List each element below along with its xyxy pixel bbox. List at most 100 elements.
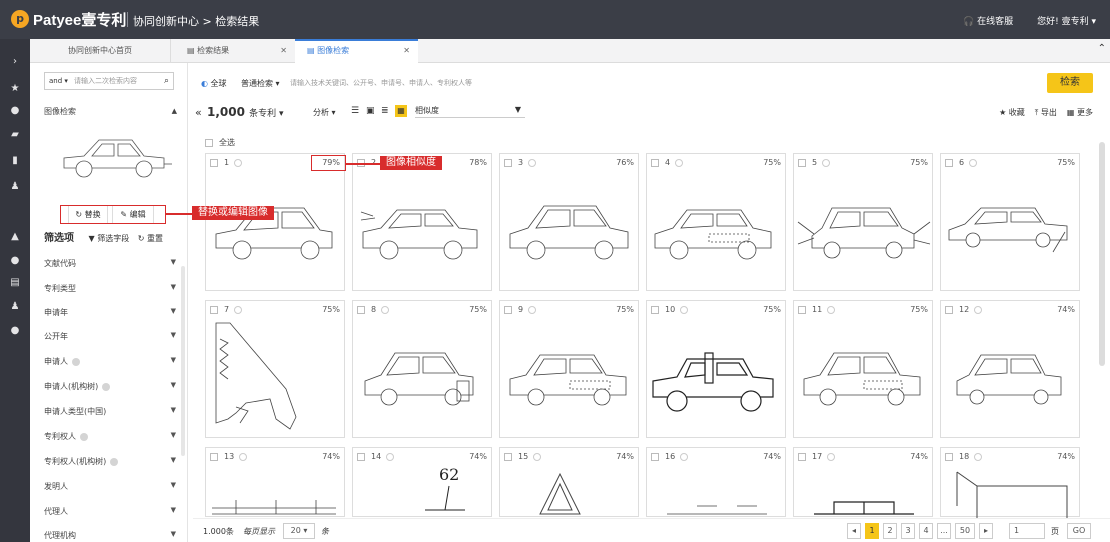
favorite-button[interactable]: ★ 收藏	[999, 107, 1025, 118]
filter-patentee-tree[interactable]: 专利权人(机构树) ▼	[44, 456, 176, 467]
checkbox[interactable]	[210, 305, 218, 314]
search-type-select[interactable]: 普通检索 ▾	[241, 78, 280, 89]
target-icon[interactable]: ●	[9, 105, 21, 117]
checkbox[interactable]	[205, 138, 213, 147]
radio[interactable]	[239, 452, 248, 461]
page-3[interactable]: 3	[901, 523, 915, 539]
view-table-icon[interactable]: ≣	[381, 106, 389, 116]
results-scrollbar[interactable]	[1099, 142, 1105, 366]
result-card[interactable]: 5 75%	[793, 153, 933, 291]
region-select[interactable]: ◐ 全球	[201, 78, 227, 89]
help-icon[interactable]	[72, 357, 80, 366]
search-mode-select[interactable]: and ▾	[49, 73, 68, 89]
result-card[interactable]: 4 75%	[646, 153, 786, 291]
checkbox[interactable]	[651, 158, 659, 167]
radio[interactable]	[528, 305, 537, 314]
radio[interactable]	[974, 452, 983, 461]
checkbox[interactable]	[945, 452, 953, 461]
search-input[interactable]: 请输入技术关键词、公开号、申请号、申请人、专利权人等	[290, 78, 472, 88]
secondary-search-input[interactable]: and ▾ 请输入二次检索内容 ⌕	[44, 72, 174, 90]
result-card[interactable]: 15 74%	[499, 447, 639, 517]
result-card[interactable]: 6 75%	[940, 153, 1080, 291]
search-icon[interactable]: ⌕	[164, 73, 169, 89]
filter-inventor[interactable]: 发明人 ▼	[44, 481, 176, 492]
result-card[interactable]: 14 74% 62	[352, 447, 492, 517]
filter-applicant[interactable]: 申请人 ▼	[44, 356, 176, 367]
view-list-icon[interactable]: ☰	[351, 106, 359, 116]
analysis-menu[interactable]: 分析 ▾	[313, 107, 336, 118]
radio[interactable]	[386, 452, 395, 461]
close-icon[interactable]: ✕	[280, 39, 287, 63]
reset-button[interactable]: ↻ 重置	[138, 234, 163, 243]
result-card[interactable]: 7 75%	[205, 300, 345, 438]
filter-patentee[interactable]: 专利权人 ▼	[44, 431, 176, 442]
next-page-button[interactable]: ▸	[979, 523, 993, 539]
caret-up-icon[interactable]: ▲	[172, 107, 177, 115]
checkbox[interactable]	[945, 305, 953, 314]
result-card[interactable]: 1 79%	[205, 153, 345, 291]
per-page-select[interactable]: 20 ▾	[283, 523, 315, 539]
radio[interactable]	[533, 452, 542, 461]
close-icon[interactable]: ✕	[403, 41, 410, 61]
tab-image-search[interactable]: ▤ 图像检索 ✕	[295, 39, 418, 63]
result-card[interactable]: 11 75%	[793, 300, 933, 438]
radio[interactable]	[234, 305, 243, 314]
radio[interactable]	[822, 158, 831, 167]
checkbox[interactable]	[798, 305, 806, 314]
sort-select[interactable]: 相似度 ▼	[415, 105, 525, 118]
radio[interactable]	[528, 158, 537, 167]
export-button[interactable]: ⤒ 导出	[1035, 107, 1057, 118]
user-icon[interactable]: ♟	[9, 301, 21, 313]
result-card[interactable]: 18 74%	[940, 447, 1080, 518]
globe-icon[interactable]: ●	[9, 255, 21, 267]
view-detail-icon[interactable]: ▣	[366, 106, 375, 116]
checkbox[interactable]	[210, 158, 218, 167]
filter-applicant-tree[interactable]: 申请人(机构树) ▼	[44, 381, 176, 392]
star-icon[interactable]: ★	[9, 83, 21, 95]
help-icon[interactable]	[102, 382, 111, 391]
result-card[interactable]: 10 75%	[646, 300, 786, 438]
page-4[interactable]: 4	[919, 523, 933, 539]
bell-icon[interactable]: ▲	[9, 231, 21, 243]
page-50[interactable]: 50	[955, 523, 975, 539]
select-all-checkbox[interactable]: 全选	[205, 137, 235, 148]
checkbox[interactable]	[504, 305, 512, 314]
result-card[interactable]: 3 76%	[499, 153, 639, 291]
result-card[interactable]: 17 74%	[793, 447, 933, 517]
person-icon[interactable]: ♟	[9, 181, 21, 193]
result-card[interactable]: 12 74%	[940, 300, 1080, 438]
checkbox[interactable]	[945, 158, 953, 167]
filter-doc-code[interactable]: 文献代码 ▼	[44, 258, 176, 269]
help-icon[interactable]	[110, 457, 119, 466]
filter-applicant-type[interactable]: 申请人类型(中国) ▼	[44, 406, 176, 417]
filter-agency[interactable]: 代理机构 ▼	[44, 530, 176, 541]
page-input[interactable]: 1	[1009, 523, 1045, 539]
help-icon[interactable]	[80, 432, 88, 441]
page-1[interactable]: 1	[865, 523, 879, 539]
filter-field-button[interactable]: ▼ 筛选字段	[89, 234, 130, 243]
checkbox[interactable]	[210, 452, 218, 461]
result-card[interactable]: 278%	[352, 153, 492, 291]
support-link[interactable]: 🎧 在线客服	[963, 14, 1013, 27]
tag-icon[interactable]: ▰	[9, 129, 21, 141]
checkbox[interactable]	[651, 452, 659, 461]
prev-page-button[interactable]: ◂	[847, 523, 861, 539]
radio[interactable]	[234, 158, 243, 167]
checkbox[interactable]	[651, 305, 659, 314]
tab-results[interactable]: ▤ 检索结果 ✕	[170, 39, 295, 63]
filter-agent[interactable]: 代理人 ▼	[44, 506, 176, 517]
expand-icon[interactable]: ›	[9, 56, 21, 68]
filter-patent-type[interactable]: 专利类型 ▼	[44, 283, 176, 294]
checkbox[interactable]	[504, 158, 512, 167]
go-button[interactable]: GO	[1067, 523, 1091, 539]
chart-icon[interactable]: ▤	[9, 277, 21, 289]
user-menu[interactable]: 您好! 壹专利 ▾	[1037, 14, 1096, 27]
filter-publish-year[interactable]: 公开年 ▼	[44, 331, 176, 342]
radio[interactable]	[381, 305, 390, 314]
book-icon[interactable]: ▮	[9, 155, 21, 167]
tab-home[interactable]: 协同创新中心首页	[30, 39, 170, 63]
result-card[interactable]: 13 74%	[205, 447, 345, 517]
sidebar-scrollbar[interactable]	[181, 266, 185, 456]
checkbox[interactable]	[357, 452, 365, 461]
view-grid-icon[interactable]: ▦	[395, 105, 407, 117]
